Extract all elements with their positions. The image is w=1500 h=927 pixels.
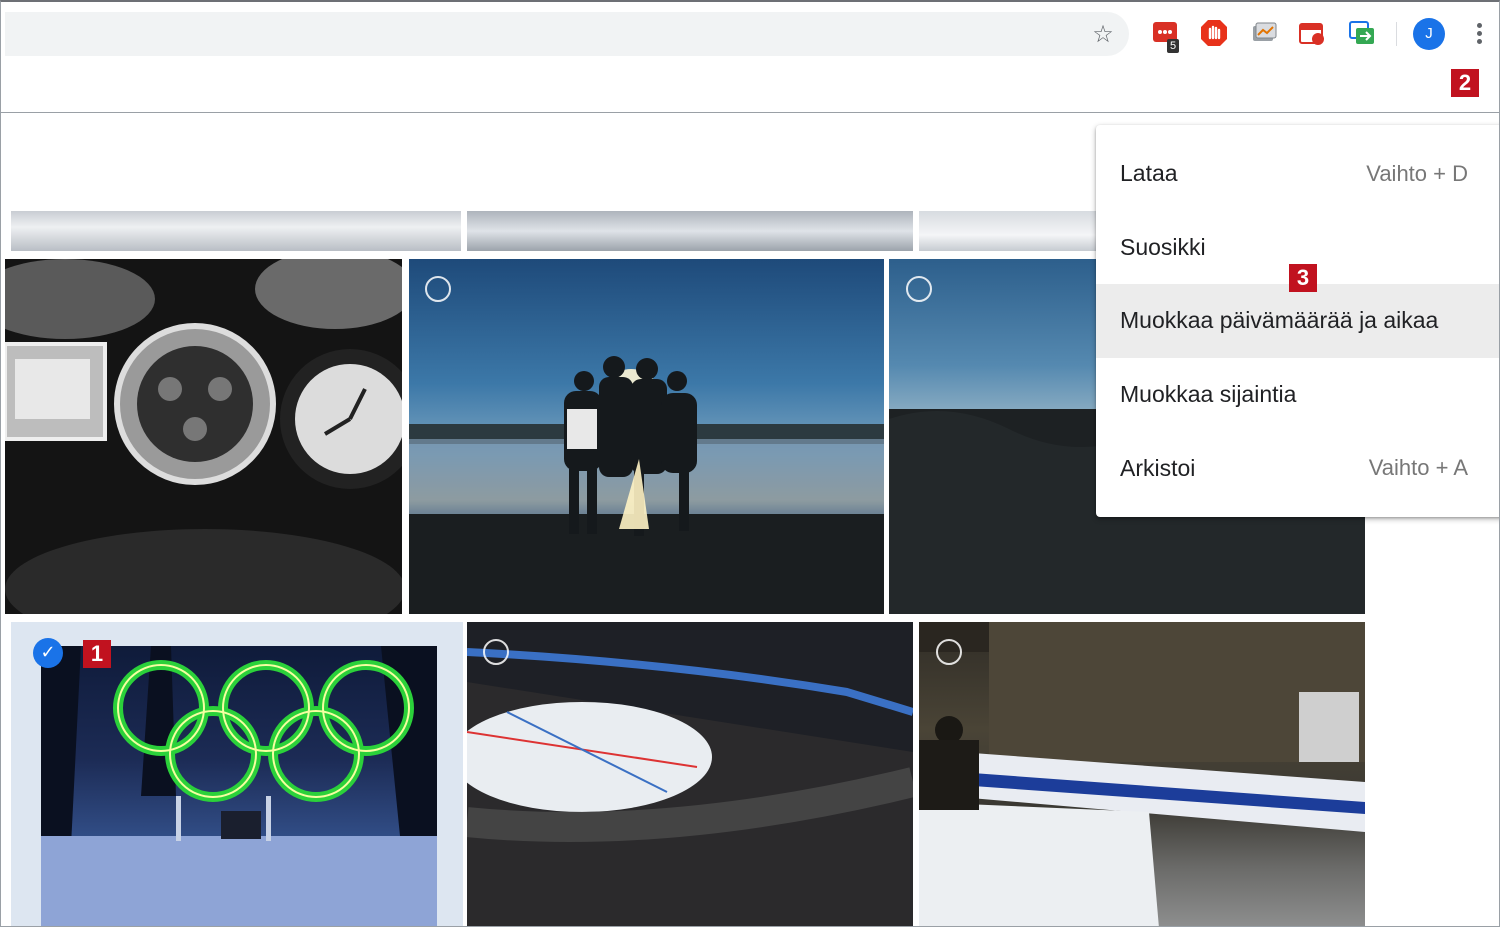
watches-image bbox=[5, 259, 402, 614]
browser-menu-icon[interactable] bbox=[1469, 20, 1489, 50]
sync-extension-icon[interactable] bbox=[1347, 18, 1377, 48]
calendar-extension-icon[interactable] bbox=[1297, 18, 1327, 48]
olympic-image bbox=[41, 646, 437, 926]
selected-check-icon[interactable]: ✓ bbox=[33, 638, 63, 668]
toolbar-divider bbox=[1396, 22, 1397, 46]
menu-item-download[interactable]: Lataa Vaihto + D bbox=[1096, 137, 1499, 211]
menu-item-edit-date-time[interactable]: Muokkaa päivämäärää ja aikaa bbox=[1096, 284, 1499, 358]
photo-actions-menu: Lataa Vaihto + D Suosikki Muokkaa päiväm… bbox=[1096, 125, 1499, 517]
photo-watches[interactable] bbox=[5, 259, 402, 614]
select-circle[interactable] bbox=[906, 276, 932, 302]
screenshot-frame: ☆ 5 J 2 ✓ 1 Lataa Vaihto + D Suosikki Mu… bbox=[0, 0, 1500, 927]
extension-badge: 5 bbox=[1167, 39, 1180, 53]
browser-toolbar: ☆ 5 J bbox=[1, 2, 1499, 64]
photo-sunset-friends[interactable] bbox=[409, 259, 884, 614]
bookmark-star-icon[interactable]: ☆ bbox=[1089, 20, 1117, 48]
photo-olympic-rings-selected[interactable] bbox=[11, 622, 463, 926]
menu-item-archive[interactable]: Arkistoi Vaihto + A bbox=[1096, 431, 1499, 505]
select-circle[interactable] bbox=[425, 276, 451, 302]
select-circle[interactable] bbox=[936, 639, 962, 665]
menu-item-shortcut: Vaihto + A bbox=[1368, 455, 1468, 481]
menu-item-label: Arkistoi bbox=[1120, 454, 1196, 481]
screenshot-extension-icon[interactable] bbox=[1249, 18, 1279, 48]
step-callout-3: 3 bbox=[1289, 264, 1317, 292]
menu-item-edit-location[interactable]: Muokkaa sijaintia bbox=[1096, 358, 1499, 432]
address-bar[interactable] bbox=[5, 12, 1129, 56]
menu-item-label: Muokkaa päivämäärää ja aikaa bbox=[1120, 307, 1439, 334]
profile-avatar[interactable]: J bbox=[1413, 18, 1445, 50]
menu-item-label: Lataa bbox=[1120, 160, 1178, 187]
photo-snow-2[interactable] bbox=[467, 211, 913, 251]
step-callout-2: 2 bbox=[1451, 69, 1479, 97]
sunset-image bbox=[409, 356, 884, 614]
photo-snow-1[interactable] bbox=[11, 211, 461, 251]
photo-airplane-hangar[interactable] bbox=[919, 622, 1365, 926]
menu-item-shortcut: Vaihto + D bbox=[1366, 160, 1468, 186]
photo-hockey-arena[interactable] bbox=[467, 622, 913, 926]
step-callout-1: 1 bbox=[83, 640, 111, 668]
hangar-image bbox=[919, 622, 1365, 926]
select-circle[interactable] bbox=[483, 639, 509, 665]
adblock-icon[interactable] bbox=[1199, 18, 1229, 48]
olympic-rings-image bbox=[41, 646, 437, 926]
bookmark-bar bbox=[1, 64, 1499, 113]
arena-image bbox=[467, 622, 913, 926]
menu-item-label: Suosikki bbox=[1120, 233, 1206, 260]
menu-item-label: Muokkaa sijaintia bbox=[1120, 381, 1297, 408]
